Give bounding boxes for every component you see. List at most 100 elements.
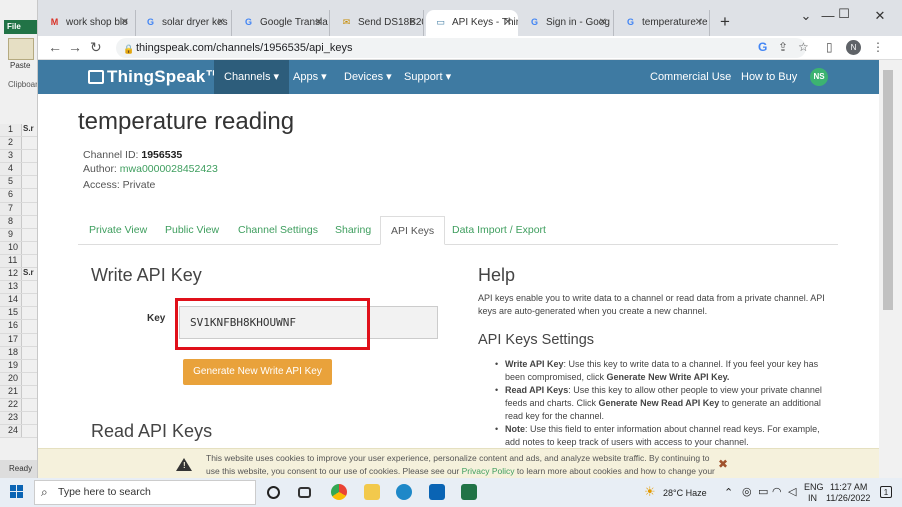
author-link[interactable]: mwa0000028452423 bbox=[120, 163, 218, 175]
page-title: temperature reading bbox=[78, 108, 295, 135]
user-avatar[interactable]: NS bbox=[810, 68, 828, 86]
edge-icon[interactable] bbox=[396, 484, 412, 500]
tab-private-view[interactable]: Private View bbox=[79, 216, 157, 245]
share-icon[interactable]: ⇪ bbox=[778, 40, 788, 54]
notifications-icon[interactable]: 1 bbox=[880, 486, 892, 498]
browser-tab[interactable]: Mwork shop blo ✕ bbox=[40, 10, 136, 36]
excel-file-tab[interactable]: File bbox=[4, 20, 37, 34]
thingspeak-navbar: ThingSpeak™ Channels ▾ Apps ▾ Devices ▾ … bbox=[38, 60, 879, 94]
nav-devices[interactable]: Devices ▾ bbox=[334, 60, 402, 94]
windows-start-icon[interactable] bbox=[10, 485, 24, 499]
chrome-icon[interactable] bbox=[331, 484, 347, 500]
nav-commercial-use[interactable]: Commercial Use bbox=[640, 60, 741, 94]
nav-support[interactable]: Support ▾ bbox=[394, 60, 461, 94]
file-explorer-icon[interactable] bbox=[364, 484, 380, 500]
tab-close-icon[interactable]: ✕ bbox=[121, 10, 129, 36]
excel-row[interactable]: 17 bbox=[0, 333, 37, 347]
tab-public-view[interactable]: Public View bbox=[155, 216, 229, 245]
tab-close-icon[interactable]: ✕ bbox=[504, 10, 512, 36]
tab-channel-settings[interactable]: Channel Settings bbox=[228, 216, 328, 245]
mail-icon[interactable] bbox=[429, 484, 445, 500]
chevron-up-icon[interactable]: ⌃ bbox=[724, 486, 733, 499]
paste-icon[interactable] bbox=[8, 38, 34, 60]
chrome-window: Mwork shop blo ✕ Gsolar dryer kes ✕ G Google … bbox=[38, 0, 902, 478]
weather-text[interactable]: 28°C Haze bbox=[663, 488, 707, 498]
clock-date[interactable]: 11/26/2022 bbox=[826, 493, 870, 503]
thingspeak-logo[interactable]: ThingSpeak™ bbox=[88, 67, 223, 87]
generate-write-key-button[interactable]: Generate New Write API Key bbox=[183, 359, 332, 385]
clock-time[interactable]: 11:27 AM bbox=[830, 482, 867, 492]
excel-row[interactable]: 11 bbox=[0, 254, 37, 269]
tab-sharing[interactable]: Sharing bbox=[325, 216, 381, 245]
access: Access: Private bbox=[83, 179, 156, 191]
browser-tab[interactable]: G Google Transla ✕ bbox=[234, 10, 330, 36]
excel-icon[interactable] bbox=[461, 484, 477, 500]
excel-row[interactable]: 3 bbox=[0, 150, 37, 164]
excel-row[interactable]: 20 bbox=[0, 372, 37, 386]
excel-row[interactable]: 2 bbox=[0, 137, 37, 151]
volume-icon[interactable]: ◁ bbox=[788, 485, 796, 498]
language-eng[interactable]: ENG bbox=[804, 482, 824, 492]
excel-row[interactable]: 4 bbox=[0, 163, 37, 177]
settings-list: Write API Key: Use this key to write dat… bbox=[493, 358, 828, 449]
bookmark-star-icon[interactable]: ☆ bbox=[798, 40, 809, 54]
nav-how-to-buy[interactable]: How to Buy bbox=[731, 60, 807, 94]
tab-close-icon[interactable]: ✕ bbox=[695, 10, 703, 36]
network-icon[interactable]: ◎ bbox=[742, 485, 752, 498]
page-scrollbar[interactable] bbox=[879, 60, 902, 478]
excel-row[interactable]: 24 bbox=[0, 425, 37, 439]
scrollbar-thumb[interactable] bbox=[883, 70, 893, 310]
browser-tab[interactable]: Gtemperature re ✕ bbox=[616, 10, 710, 36]
back-icon[interactable]: ← bbox=[48, 39, 62, 55]
side-panel-icon[interactable]: ▯ bbox=[826, 40, 833, 54]
excel-row[interactable]: 19 bbox=[0, 359, 37, 373]
menu-dots-icon[interactable]: ⋮ bbox=[872, 40, 884, 54]
browser-tab[interactable]: ✉ Send DS18B20 ✕ bbox=[332, 10, 424, 36]
excel-row[interactable]: 1 S.r bbox=[0, 124, 37, 138]
excel-row[interactable]: 23 bbox=[0, 412, 37, 426]
excel-row[interactable]: 5 bbox=[0, 176, 37, 190]
excel-row[interactable]: 6 bbox=[0, 189, 37, 203]
maximize-button[interactable]: ☐ bbox=[834, 6, 854, 22]
task-view-icon[interactable] bbox=[298, 487, 311, 498]
browser-tab[interactable]: G Sign in - Goog ✕ bbox=[520, 10, 614, 36]
close-window-button[interactable]: ✕ bbox=[870, 8, 890, 24]
address-bar[interactable]: 🔒 thingspeak.com/channels/1956535/api_key… bbox=[116, 38, 806, 58]
excel-row[interactable]: 16 bbox=[0, 320, 37, 334]
excel-row[interactable]: 21 bbox=[0, 385, 37, 399]
excel-row[interactable]: 10 bbox=[0, 241, 37, 255]
excel-row[interactable]: 7 bbox=[0, 202, 37, 216]
cortana-icon[interactable] bbox=[267, 486, 280, 499]
forward-icon[interactable]: → bbox=[68, 39, 82, 55]
tab-close-icon[interactable]: ✕ bbox=[599, 10, 607, 36]
reload-icon[interactable]: ↻ bbox=[90, 39, 102, 56]
google-lens-icon[interactable]: G bbox=[758, 40, 767, 54]
new-tab-button[interactable]: + bbox=[720, 12, 730, 32]
taskbar-search[interactable]: ⌕ Type here to search bbox=[34, 480, 256, 505]
excel-row[interactable]: 9 bbox=[0, 228, 37, 242]
highlight-box bbox=[175, 298, 370, 350]
nav-apps[interactable]: Apps ▾ bbox=[283, 60, 337, 94]
excel-row[interactable]: 12 S.r bbox=[0, 268, 37, 282]
tab-search-icon[interactable]: ⌄ bbox=[796, 8, 816, 24]
close-icon[interactable]: ✖ bbox=[718, 457, 728, 471]
tab-close-icon[interactable]: ✕ bbox=[217, 10, 225, 36]
profile-avatar[interactable]: N bbox=[846, 40, 861, 55]
tab-close-icon[interactable]: ✕ bbox=[409, 10, 417, 36]
browser-tab[interactable]: Gsolar dryer kes ✕ bbox=[136, 10, 232, 36]
language-in[interactable]: IN bbox=[808, 493, 817, 503]
nav-channels[interactable]: Channels ▾ bbox=[214, 60, 290, 94]
excel-row[interactable]: 15 bbox=[0, 307, 37, 321]
excel-row[interactable]: 13 bbox=[0, 281, 37, 295]
excel-row[interactable]: 14 bbox=[0, 294, 37, 308]
excel-row[interactable]: 8 bbox=[0, 215, 37, 229]
excel-row[interactable]: 22 bbox=[0, 398, 37, 413]
battery-icon[interactable]: ▭ bbox=[758, 485, 768, 498]
tab-close-icon[interactable]: ✕ bbox=[315, 10, 323, 36]
privacy-policy-link[interactable]: Privacy Policy bbox=[462, 466, 515, 476]
tab-api-keys[interactable]: API Keys bbox=[380, 216, 446, 245]
browser-tab[interactable]: ▭ API Keys - Thin ✕ bbox=[426, 10, 518, 36]
wifi-icon[interactable]: ◠ bbox=[772, 485, 782, 498]
tab-data-import-export[interactable]: Data Import / Export bbox=[442, 216, 556, 245]
excel-row[interactable]: 18 bbox=[0, 346, 37, 360]
